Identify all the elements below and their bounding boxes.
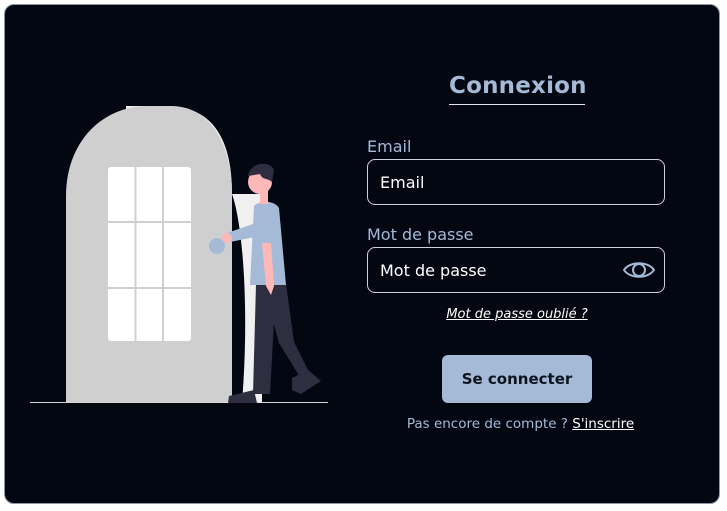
- signup-prompt: Pas encore de compte ?: [406, 416, 568, 432]
- page-title: Connexion: [449, 73, 587, 99]
- email-field[interactable]: [367, 159, 665, 205]
- signup-row: Pas encore de compte ? S'inscrire: [376, 415, 665, 433]
- signup-link[interactable]: S'inscrire: [572, 416, 634, 432]
- forgot-password-link[interactable]: Mot de passe oublié ?: [436, 307, 598, 322]
- title-block: Connexion: [449, 72, 587, 105]
- password-field[interactable]: [367, 247, 665, 293]
- password-input[interactable]: [380, 248, 616, 292]
- email-label: Email: [367, 137, 412, 156]
- eye-icon[interactable]: [622, 257, 656, 283]
- person-opening-door-illustration: [30, 106, 328, 403]
- password-label: Mot de passe: [367, 225, 474, 244]
- login-button[interactable]: Se connecter: [442, 355, 592, 403]
- email-input[interactable]: [380, 160, 616, 204]
- title-underline: [449, 104, 585, 105]
